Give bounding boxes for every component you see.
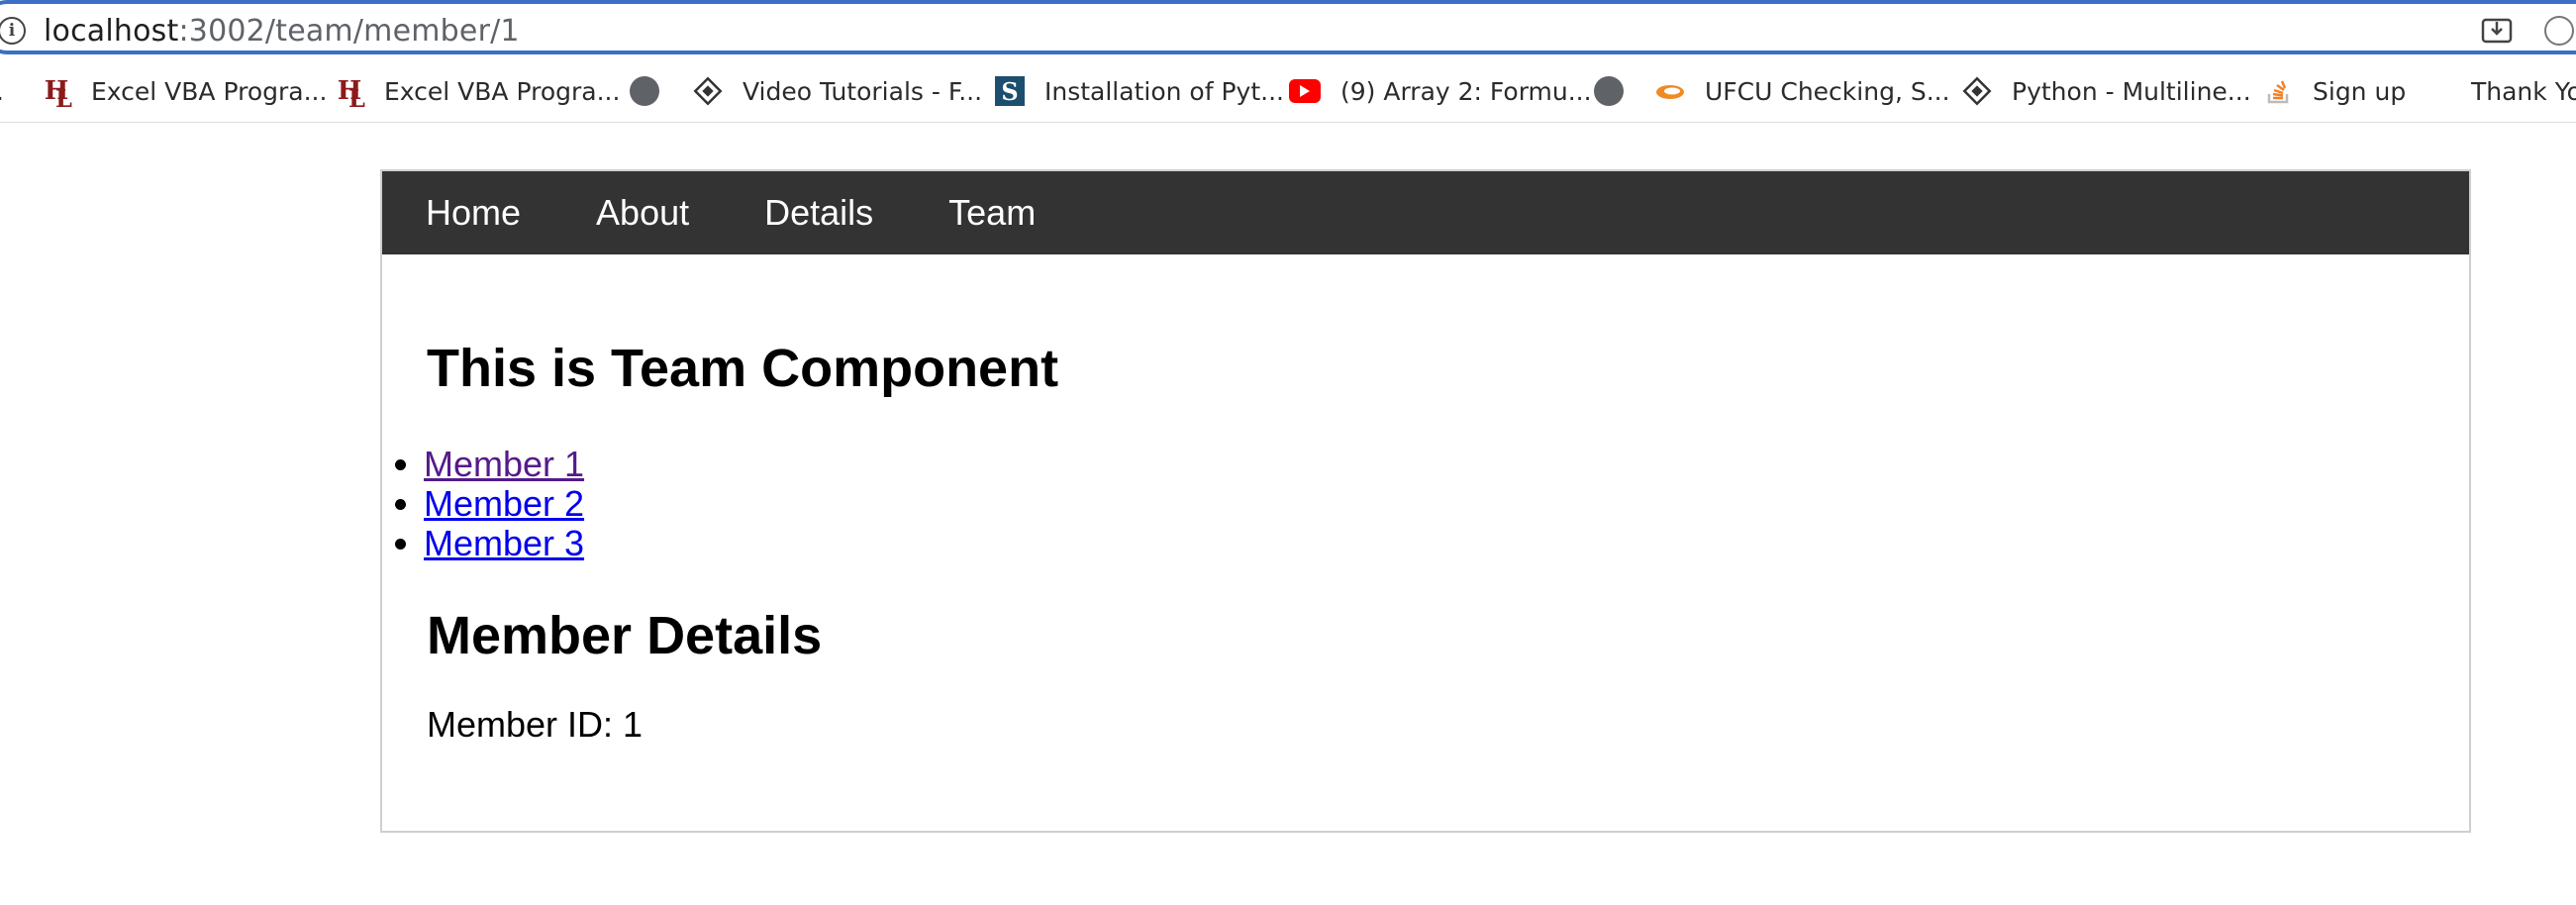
bookmark-label: Sign up: [2313, 76, 2407, 106]
bookmark-label: Video Tutorials - F...: [743, 76, 983, 106]
bookmark-label: Installation of Pyt...: [1044, 76, 1284, 106]
bookmark-video-tutorials[interactable]: Video Tutorials - F...: [693, 71, 982, 111]
member-details-heading: Member Details: [427, 606, 823, 665]
stack-icon: [2267, 80, 2289, 104]
list-item: Member 1: [424, 445, 778, 484]
bookmark-label: (9) Array 2: Formu...: [1340, 76, 1592, 106]
bookmark-python-multiline[interactable]: Python - Multiline...: [1962, 71, 2251, 111]
member-1-link[interactable]: Member 1: [424, 444, 584, 484]
url-host: localhost: [44, 14, 179, 49]
bookmark-label: Python - Multiline...: [2012, 76, 2251, 106]
member-2-link[interactable]: Member 2: [424, 483, 584, 524]
bookmark-excel-vba-2[interactable]: HL Excel VBA Progra...: [335, 71, 621, 113]
list-item: Member 3: [424, 524, 778, 563]
address-bar[interactable]: i localhost:3002/team/member/1: [0, 0, 2576, 54]
bookmark-label: UFCU Checking, S...: [1705, 76, 1950, 106]
diamond-icon: [1962, 76, 1992, 106]
site-info-icon[interactable]: i: [0, 17, 26, 45]
bookmark-label: Excel VBA Progra...: [91, 76, 328, 106]
nav-about-link[interactable]: About: [558, 171, 727, 254]
bookmark-excel-vba-1[interactable]: HL Excel VBA Progra...: [42, 71, 328, 113]
team-component: This is Team Component: [427, 338, 1058, 399]
bookmark-globe-2[interactable]: [1594, 71, 1643, 111]
nav-team-link[interactable]: Team: [911, 171, 1073, 254]
globe-icon: [1594, 76, 1624, 106]
member-3-link[interactable]: Member 3: [424, 523, 584, 563]
bookmark-thank-you[interactable]: Thank Yo: [2471, 71, 2576, 111]
navbar: Home About Details Team: [382, 171, 2469, 254]
url-field[interactable]: localhost:3002/team/member/1: [44, 14, 520, 49]
diamond-icon: [693, 76, 723, 106]
nav-home-link[interactable]: Home: [382, 171, 558, 254]
member-list: Member 1 Member 2 Member 3: [382, 445, 778, 563]
team-heading: This is Team Component: [427, 339, 1059, 398]
ufcu-icon: [1656, 85, 1684, 99]
bookmarks-bar: . HL Excel VBA Progra... HL Excel VBA Pr…: [0, 61, 2576, 123]
nav-details-link[interactable]: Details: [727, 171, 911, 254]
globe-icon: [630, 76, 659, 106]
bookmark-ufcu-checking[interactable]: UFCU Checking, S...: [1655, 71, 1950, 111]
member-id-text: Member ID: 1: [427, 704, 644, 745]
bookmark-youtube-array[interactable]: (9) Array 2: Formu...: [1289, 71, 1592, 111]
url-path: :3002/team/member/1: [178, 14, 520, 49]
install-app-icon[interactable]: [2481, 16, 2513, 46]
s-icon: S: [995, 76, 1025, 106]
bookmark-label: Thank Yo: [2471, 76, 2576, 106]
youtube-icon: [1289, 79, 1321, 103]
bookmark-overflow-ellipsis: .: [0, 71, 4, 111]
zoom-icon[interactable]: [2544, 16, 2574, 46]
hl-icon: HL: [44, 76, 72, 113]
app-container: Home About Details Team This is Team Com…: [380, 169, 2471, 833]
bookmark-sign-up[interactable]: Sign up: [2263, 71, 2406, 111]
hl-icon: HL: [337, 76, 365, 113]
bookmark-label: Excel VBA Progra...: [384, 76, 621, 106]
bookmark-globe-1[interactable]: [630, 71, 679, 111]
list-item: Member 2: [424, 484, 778, 524]
bookmark-installation-python[interactable]: S Installation of Pyt...: [995, 71, 1284, 111]
